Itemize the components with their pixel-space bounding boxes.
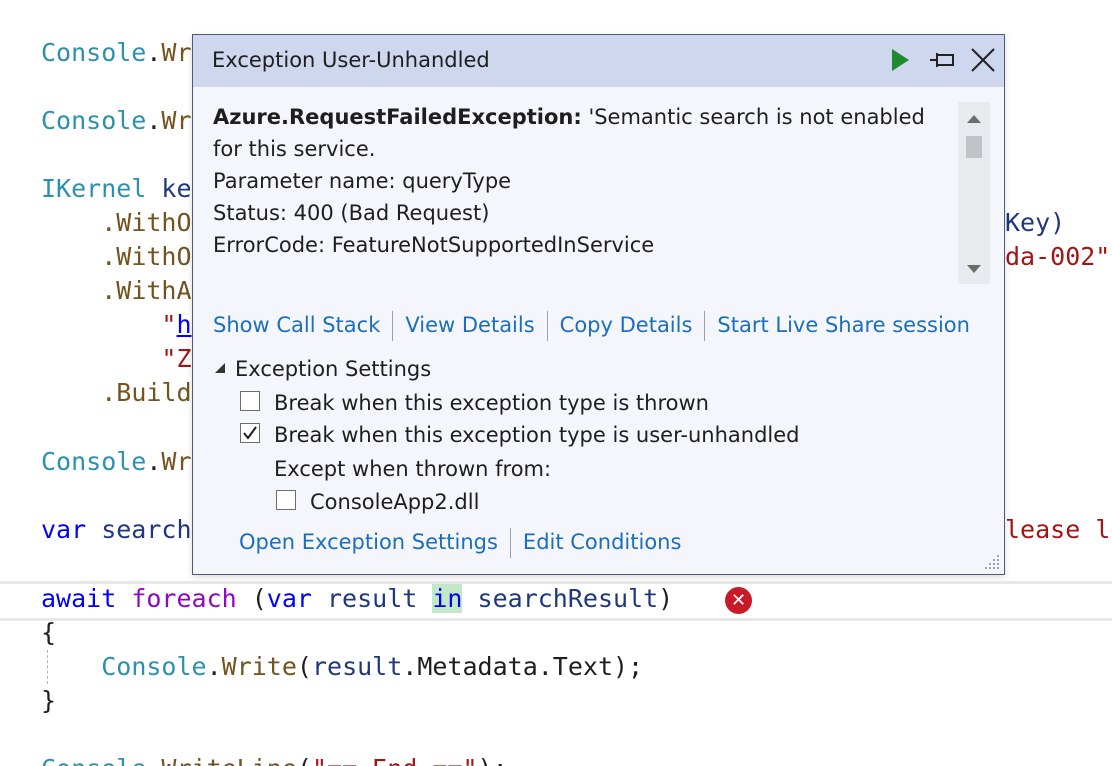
exception-detail: Status: 400 (Bad Request) [213, 201, 490, 225]
show-call-stack-link[interactable]: Show Call Stack [213, 313, 380, 337]
resize-grip-icon[interactable] [981, 551, 1001, 571]
exception-popup[interactable]: Exception User-Unhandled Azure.RequestFa… [192, 34, 1005, 575]
close-icon[interactable] [968, 45, 998, 75]
pin-icon[interactable] [927, 45, 957, 75]
code-line-tail: lease le [1005, 515, 1112, 544]
code-line: Console.Write(result.Metadata.Text); [101, 652, 644, 681]
code-line: Console.Wr [41, 447, 192, 476]
edit-conditions-link[interactable]: Edit Conditions [523, 530, 682, 554]
exception-name: Azure.RequestFailedException: [213, 105, 582, 129]
code-line: .WithO [101, 242, 192, 271]
collapse-triangle-icon[interactable] [215, 363, 225, 373]
break-user-unhandled-option[interactable]: Break when this exception type is user-u… [240, 423, 800, 447]
in-keyword-highlight: in [432, 584, 463, 613]
code-line: .WithA [101, 276, 192, 305]
error-icon[interactable]: ✕ [725, 587, 752, 614]
exception-settings-header[interactable]: Exception Settings [215, 357, 431, 381]
link-separator [509, 528, 511, 558]
break-user-unhandled-checkbox[interactable] [240, 423, 260, 443]
code-line: Console.Wr [41, 38, 192, 67]
code-line: .Build [101, 378, 192, 407]
module-option[interactable]: ConsoleApp2.dll [276, 490, 479, 514]
code-line: .WithO [101, 208, 192, 237]
bottom-links: Open Exception Settings Edit Conditions [239, 528, 681, 558]
popup-title: Exception User-Unhandled [212, 48, 490, 72]
popup-header: Exception User-Unhandled [193, 35, 1004, 87]
url-link[interactable]: h [176, 310, 191, 339]
code-line: Console.Wr [41, 106, 192, 135]
scroll-down-icon[interactable] [964, 262, 984, 276]
message-scrollbar[interactable] [958, 102, 990, 284]
code-line: } [41, 686, 57, 715]
code-line: var search [41, 515, 192, 544]
code-line: { [41, 618, 57, 647]
except-label: Except when thrown from: [274, 457, 552, 481]
live-share-link[interactable]: Start Live Share session [717, 313, 970, 337]
checkmark-icon [243, 426, 257, 440]
code-line: "h [161, 310, 192, 339]
code-line: Console.WriteLine("== End =="); [41, 752, 508, 766]
exception-message: Azure.RequestFailedException: 'Semantic … [213, 101, 943, 261]
copy-details-link[interactable]: Copy Details [560, 313, 693, 337]
code-line: IKernel ke [41, 174, 192, 203]
break-thrown-option[interactable]: Break when this exception type is thrown [240, 391, 709, 415]
link-separator [392, 311, 394, 341]
code-line: "Z [161, 344, 192, 373]
code-line-current: await foreach (var result in searchResul… [41, 584, 674, 613]
module-checkbox[interactable] [276, 490, 296, 510]
scrollbar-thumb[interactable] [966, 136, 982, 158]
view-details-link[interactable]: View Details [405, 313, 534, 337]
play-icon[interactable] [885, 45, 915, 75]
code-line-tail: Key) [1005, 208, 1066, 237]
exception-detail: ErrorCode: FeatureNotSupportedInService [213, 233, 655, 257]
open-exception-settings-link[interactable]: Open Exception Settings [239, 530, 498, 554]
exception-detail: Parameter name: queryType [213, 169, 512, 193]
break-thrown-checkbox[interactable] [240, 391, 260, 411]
action-links: Show Call Stack View Details Copy Details S… [213, 311, 970, 341]
code-line-tail: da-002" [1005, 242, 1111, 271]
link-separator [546, 311, 548, 341]
scroll-up-icon[interactable] [964, 112, 984, 126]
link-separator [704, 311, 706, 341]
